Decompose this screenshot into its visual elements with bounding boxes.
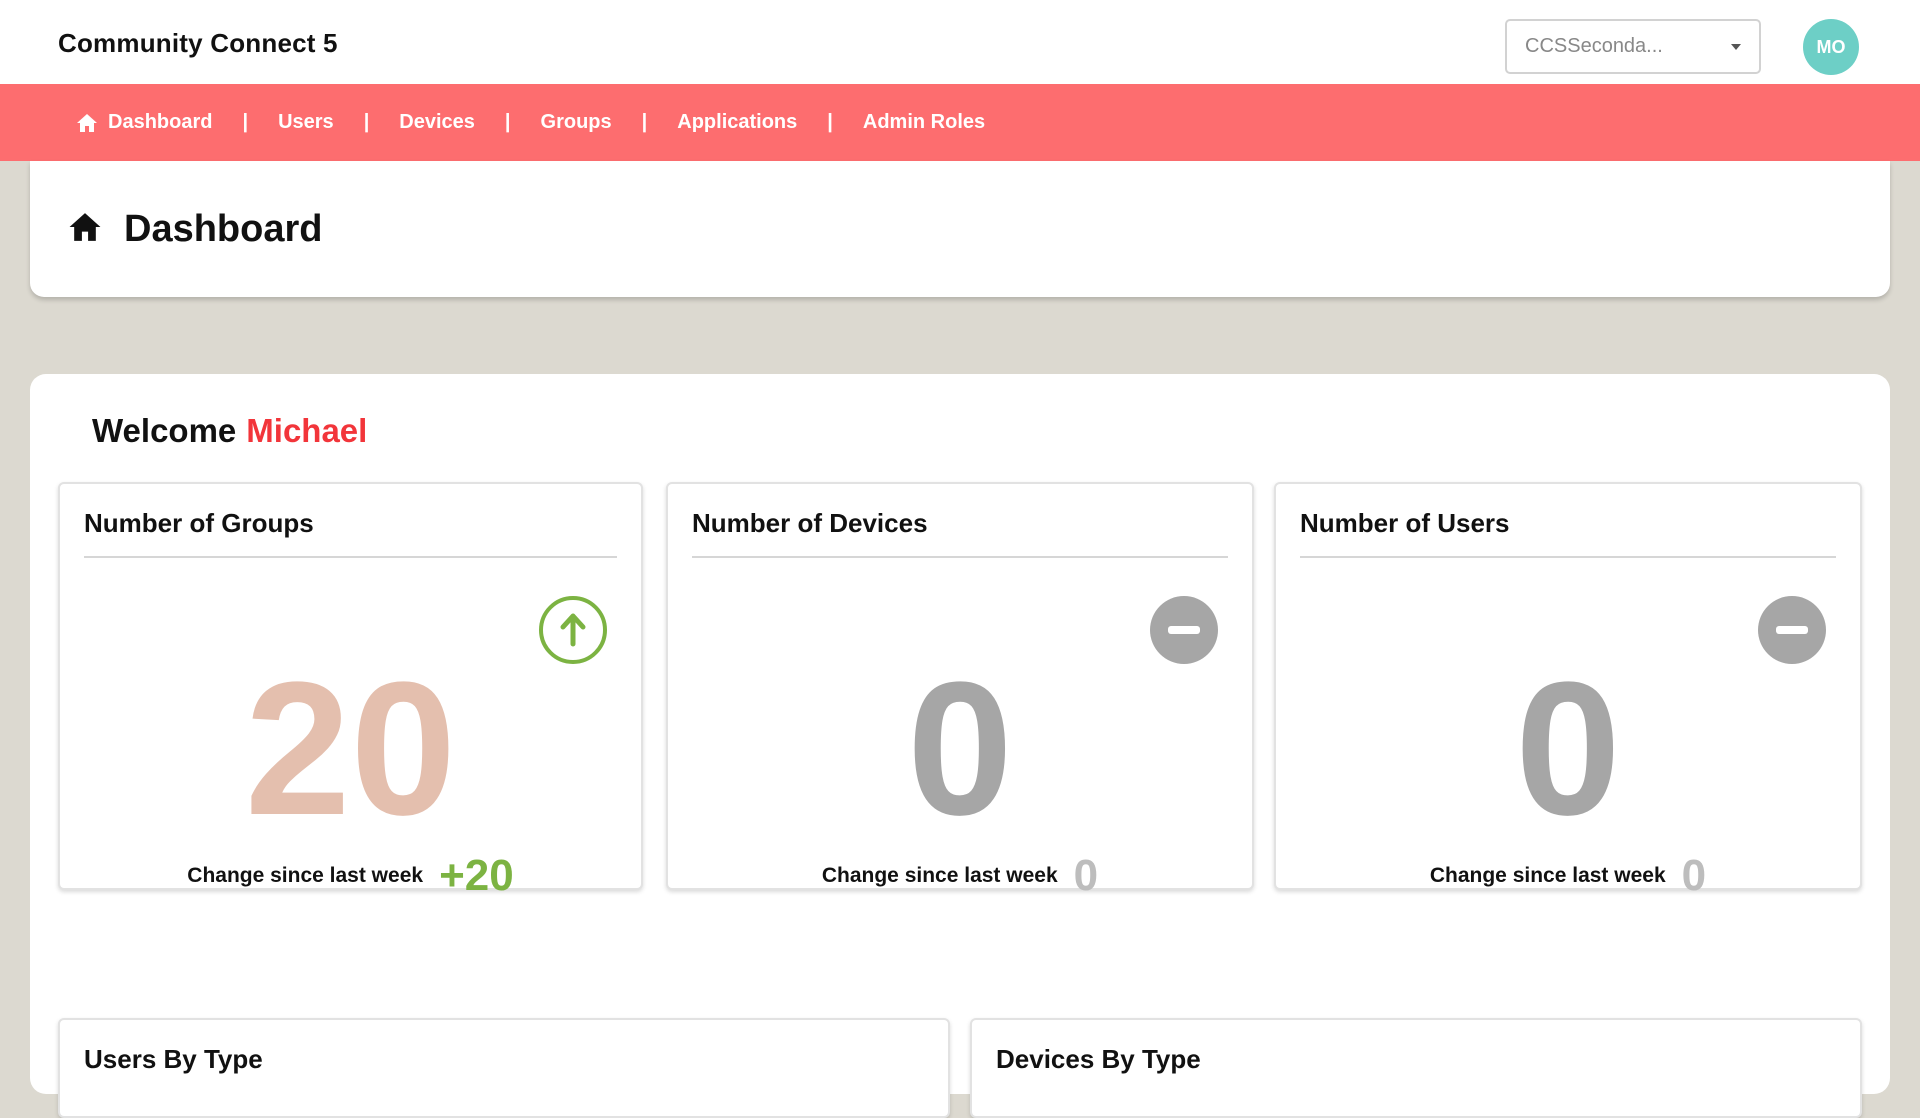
welcome-panel: Welcome Michael Number of Groups 20 Chang… [30, 374, 1890, 1118]
stat-card-users: Number of Users 0 Change since last week… [1274, 482, 1862, 898]
home-icon [68, 211, 102, 248]
nav-item-dashboard[interactable]: Dashboard [76, 111, 212, 134]
card-title: Devices By Type [996, 1044, 1201, 1074]
main-nav: Dashboard | Users | Devices | Groups | A… [0, 84, 1920, 161]
change-row: Change since last week +20 [60, 854, 641, 898]
stat-card-devices: Number of Devices 0 Change since last we… [666, 482, 1254, 898]
nav-item-label: Users [278, 111, 334, 133]
nav-item-applications[interactable]: Applications [677, 111, 797, 134]
stat-value: 20 [244, 643, 457, 855]
page-header: Dashboard [30, 161, 1890, 297]
nav-item-devices[interactable]: Devices [399, 111, 475, 134]
home-icon [76, 113, 98, 133]
welcome-message: Welcome Michael [92, 412, 367, 450]
stat-card-title: Number of Users [1300, 508, 1510, 538]
change-label: Change since last week [187, 864, 424, 887]
stat-card-groups: Number of Groups 20 Change since last we… [58, 482, 643, 898]
page-title: Dashboard [124, 207, 323, 250]
welcome-user-name: Michael [246, 412, 368, 449]
welcome-greeting: Welcome [92, 412, 237, 449]
change-value: +20 [439, 851, 514, 900]
card-divider [1300, 556, 1836, 558]
top-bar: Community Connect 5 CCSSeconda... MO [0, 0, 1920, 84]
nav-item-groups[interactable]: Groups [541, 111, 612, 134]
nav-separator: | [504, 111, 511, 133]
user-avatar[interactable]: MO [1803, 19, 1859, 75]
stat-value: 0 [1515, 643, 1621, 855]
nav-item-label: Dashboard [108, 111, 213, 133]
nav-separator: | [827, 111, 833, 133]
stat-value: 0 [907, 643, 1013, 855]
change-label: Change since last week [1429, 864, 1666, 887]
nav-item-admin-roles[interactable]: Admin Roles [863, 111, 985, 134]
nav-item-label: Applications [677, 111, 798, 133]
change-value: 0 [1073, 851, 1099, 900]
card-divider [692, 556, 1228, 558]
stat-card-title: Number of Groups [84, 508, 314, 538]
nav-separator: | [242, 111, 249, 133]
organization-select[interactable]: CCSSeconda... [1505, 19, 1761, 74]
card-divider [84, 556, 617, 558]
change-row: Change since last week 0 [1276, 854, 1860, 898]
nav-item-label: Groups [540, 111, 612, 133]
app-title: Community Connect 5 [58, 28, 338, 58]
nav-item-label: Devices [399, 111, 475, 133]
stat-card-title: Number of Devices [692, 508, 928, 538]
change-label: Change since last week [821, 864, 1058, 887]
organization-select-value: CCSSeconda... [1525, 35, 1663, 57]
nav-separator: | [641, 111, 648, 133]
change-value: 0 [1681, 851, 1707, 900]
change-row: Change since last week 0 [668, 854, 1252, 898]
nav-item-users[interactable]: Users [278, 111, 334, 134]
nav-item-label: Admin Roles [862, 111, 986, 133]
card-title: Users By Type [84, 1044, 263, 1074]
devices-by-type-card: Devices By Type [970, 1018, 1862, 1118]
nav-separator: | [363, 111, 370, 133]
chevron-down-icon [1731, 43, 1741, 50]
users-by-type-card: Users By Type [58, 1018, 950, 1118]
